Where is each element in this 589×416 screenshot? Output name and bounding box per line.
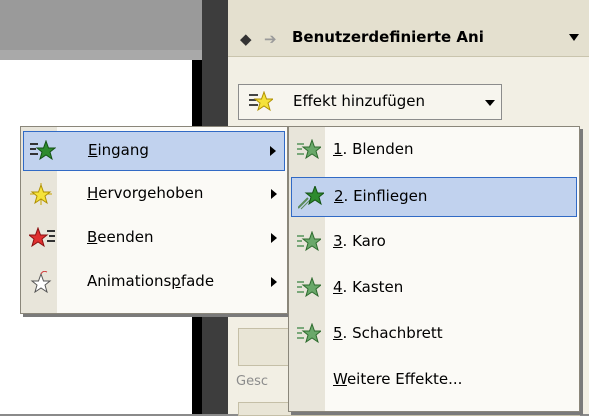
submenu-arrow-icon	[270, 146, 276, 156]
effect-category-menu: Eingang Hervorgehoben Beenden Animations…	[20, 126, 288, 314]
submenu-item-label: Weitere Effekte...	[333, 370, 463, 388]
exit-star-icon	[27, 226, 55, 249]
pane-dropdown-icon[interactable]	[569, 34, 579, 41]
emphasis-star-icon	[29, 183, 52, 205]
back-arrow-icon[interactable]: ◆	[240, 30, 252, 48]
submenu-item-schachbrett[interactable]: 5. Schachbrett	[291, 315, 577, 353]
submenu-item-label: 1. Blenden	[333, 140, 414, 158]
motion-path-star-icon	[29, 270, 52, 294]
submenu-item-kasten[interactable]: 4. Kasten	[291, 269, 577, 307]
forward-arrow-icon[interactable]: ➔	[264, 30, 277, 48]
entrance-star-icon	[297, 138, 323, 161]
add-effect-label: Effekt hinzufügen	[293, 92, 425, 110]
menu-item-label: Beenden	[87, 228, 154, 246]
menu-item-animationspfade[interactable]: Animationspfade	[23, 263, 285, 301]
submenu-arrow-icon	[271, 277, 277, 287]
submenu-item-label: 5. Schachbrett	[333, 324, 443, 342]
add-effect-button[interactable]: Effekt hinzufügen	[238, 84, 502, 120]
submenu-item-label: 3. Karo	[333, 232, 386, 250]
menu-item-hervorgehoben[interactable]: Hervorgehoben	[23, 175, 285, 213]
submenu-arrow-icon	[271, 189, 277, 199]
fly-in-star-icon	[297, 184, 326, 210]
submenu-item-label: 2. Einfliegen	[334, 187, 428, 205]
submenu-item-weitere-effekte[interactable]: Weitere Effekte...	[291, 361, 577, 399]
entrance-star-icon	[297, 322, 323, 345]
submenu-item-einfliegen[interactable]: 2. Einfliegen	[291, 177, 577, 217]
slide-top-bar	[0, 0, 228, 50]
menu-item-label: Hervorgehoben	[87, 184, 204, 202]
entrance-star-icon	[297, 276, 323, 299]
add-effect-star-icon	[249, 90, 275, 117]
entrance-effects-submenu: 1. Blenden 2. Einfliegen 3. Karo 4. Kast…	[288, 126, 580, 412]
chevron-down-icon	[485, 100, 495, 106]
speed-label: Gesc	[236, 374, 268, 389]
entrance-star-icon	[30, 139, 57, 162]
menu-item-label: Eingang	[88, 141, 149, 159]
submenu-arrow-icon	[271, 233, 277, 243]
submenu-item-label: 4. Kasten	[333, 278, 404, 296]
submenu-item-blenden[interactable]: 1. Blenden	[291, 131, 577, 169]
menu-item-beenden[interactable]: Beenden	[23, 219, 285, 257]
menu-item-eingang[interactable]: Eingang	[23, 131, 285, 171]
submenu-item-karo[interactable]: 3. Karo	[291, 223, 577, 261]
menu-item-label: Animationspfade	[87, 272, 215, 290]
pane-title: Benutzerdefinierte Ani	[292, 28, 484, 46]
entrance-star-icon	[297, 230, 323, 253]
